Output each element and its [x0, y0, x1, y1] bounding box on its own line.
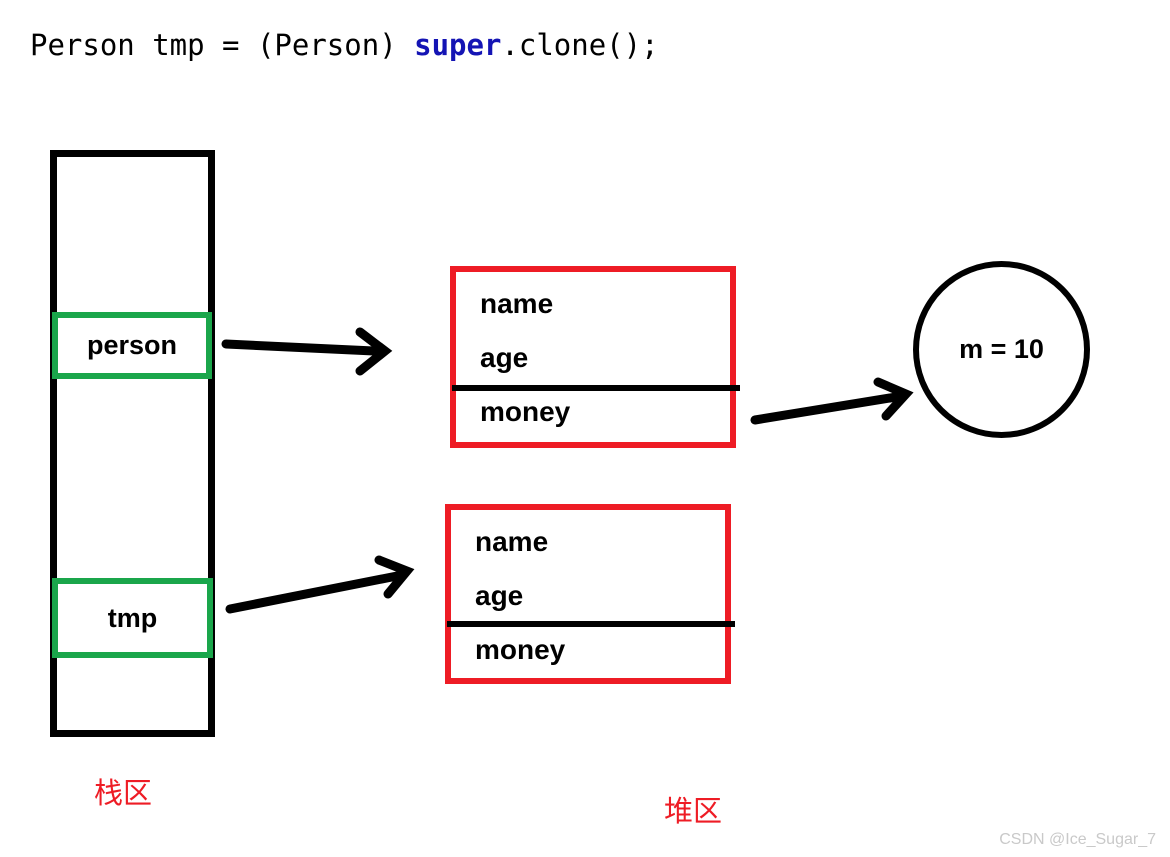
code-suffix: .clone(); [501, 28, 659, 62]
heap-object-1-field-name: name [480, 288, 554, 319]
code-keyword-super: super [414, 28, 502, 62]
heap-region-label: 堆区 [664, 794, 723, 828]
member-value-circle: m = 10 [913, 261, 1090, 438]
code-statement: Person tmp = (Person) super.clone(); [30, 28, 659, 62]
stack-region-label: 栈区 [94, 776, 153, 810]
arrow-person-to-object-1 [221, 327, 393, 376]
heap-object-1-divider [452, 385, 740, 391]
watermark: CSDN @Ice_Sugar_7 [999, 831, 1156, 848]
heap-object-2-divider [447, 621, 735, 627]
member-value-label: m = 10 [959, 334, 1044, 364]
arrow-money-to-member [750, 377, 914, 425]
heap-object-2-field-name: name [475, 526, 549, 557]
diagram-canvas: Person tmp = (Person) super.clone(); per… [0, 0, 1170, 857]
stack-slot-person: person [52, 312, 212, 379]
code-prefix: Person tmp = (Person) [30, 28, 415, 62]
stack-slot-person-label: person [86, 330, 178, 360]
heap-object-1-field-money: money [480, 396, 571, 427]
heap-object-2: name age money [445, 504, 735, 684]
heap-object-1: name age money [450, 266, 740, 448]
arrow-tmp-to-object-2 [225, 555, 415, 614]
heap-object-2-field-age: age [475, 580, 524, 611]
stack-slot-tmp-label: tmp [107, 602, 158, 633]
stack-slot-tmp: tmp [52, 578, 213, 658]
heap-object-1-field-age: age [480, 342, 529, 373]
heap-object-2-field-money: money [475, 634, 566, 665]
